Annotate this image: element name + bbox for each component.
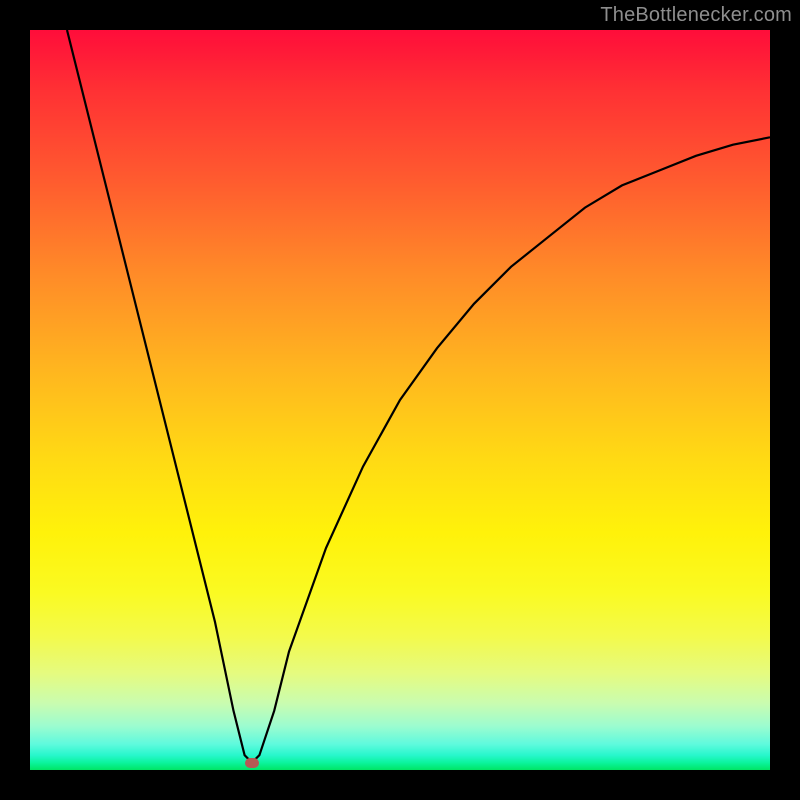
optimum-marker	[245, 758, 259, 768]
watermark-text: TheBottlenecker.com	[600, 4, 792, 27]
curve-path	[67, 30, 770, 763]
curve-svg	[30, 30, 770, 770]
plot-area	[30, 30, 770, 770]
chart-frame: TheBottlenecker.com	[0, 0, 800, 800]
